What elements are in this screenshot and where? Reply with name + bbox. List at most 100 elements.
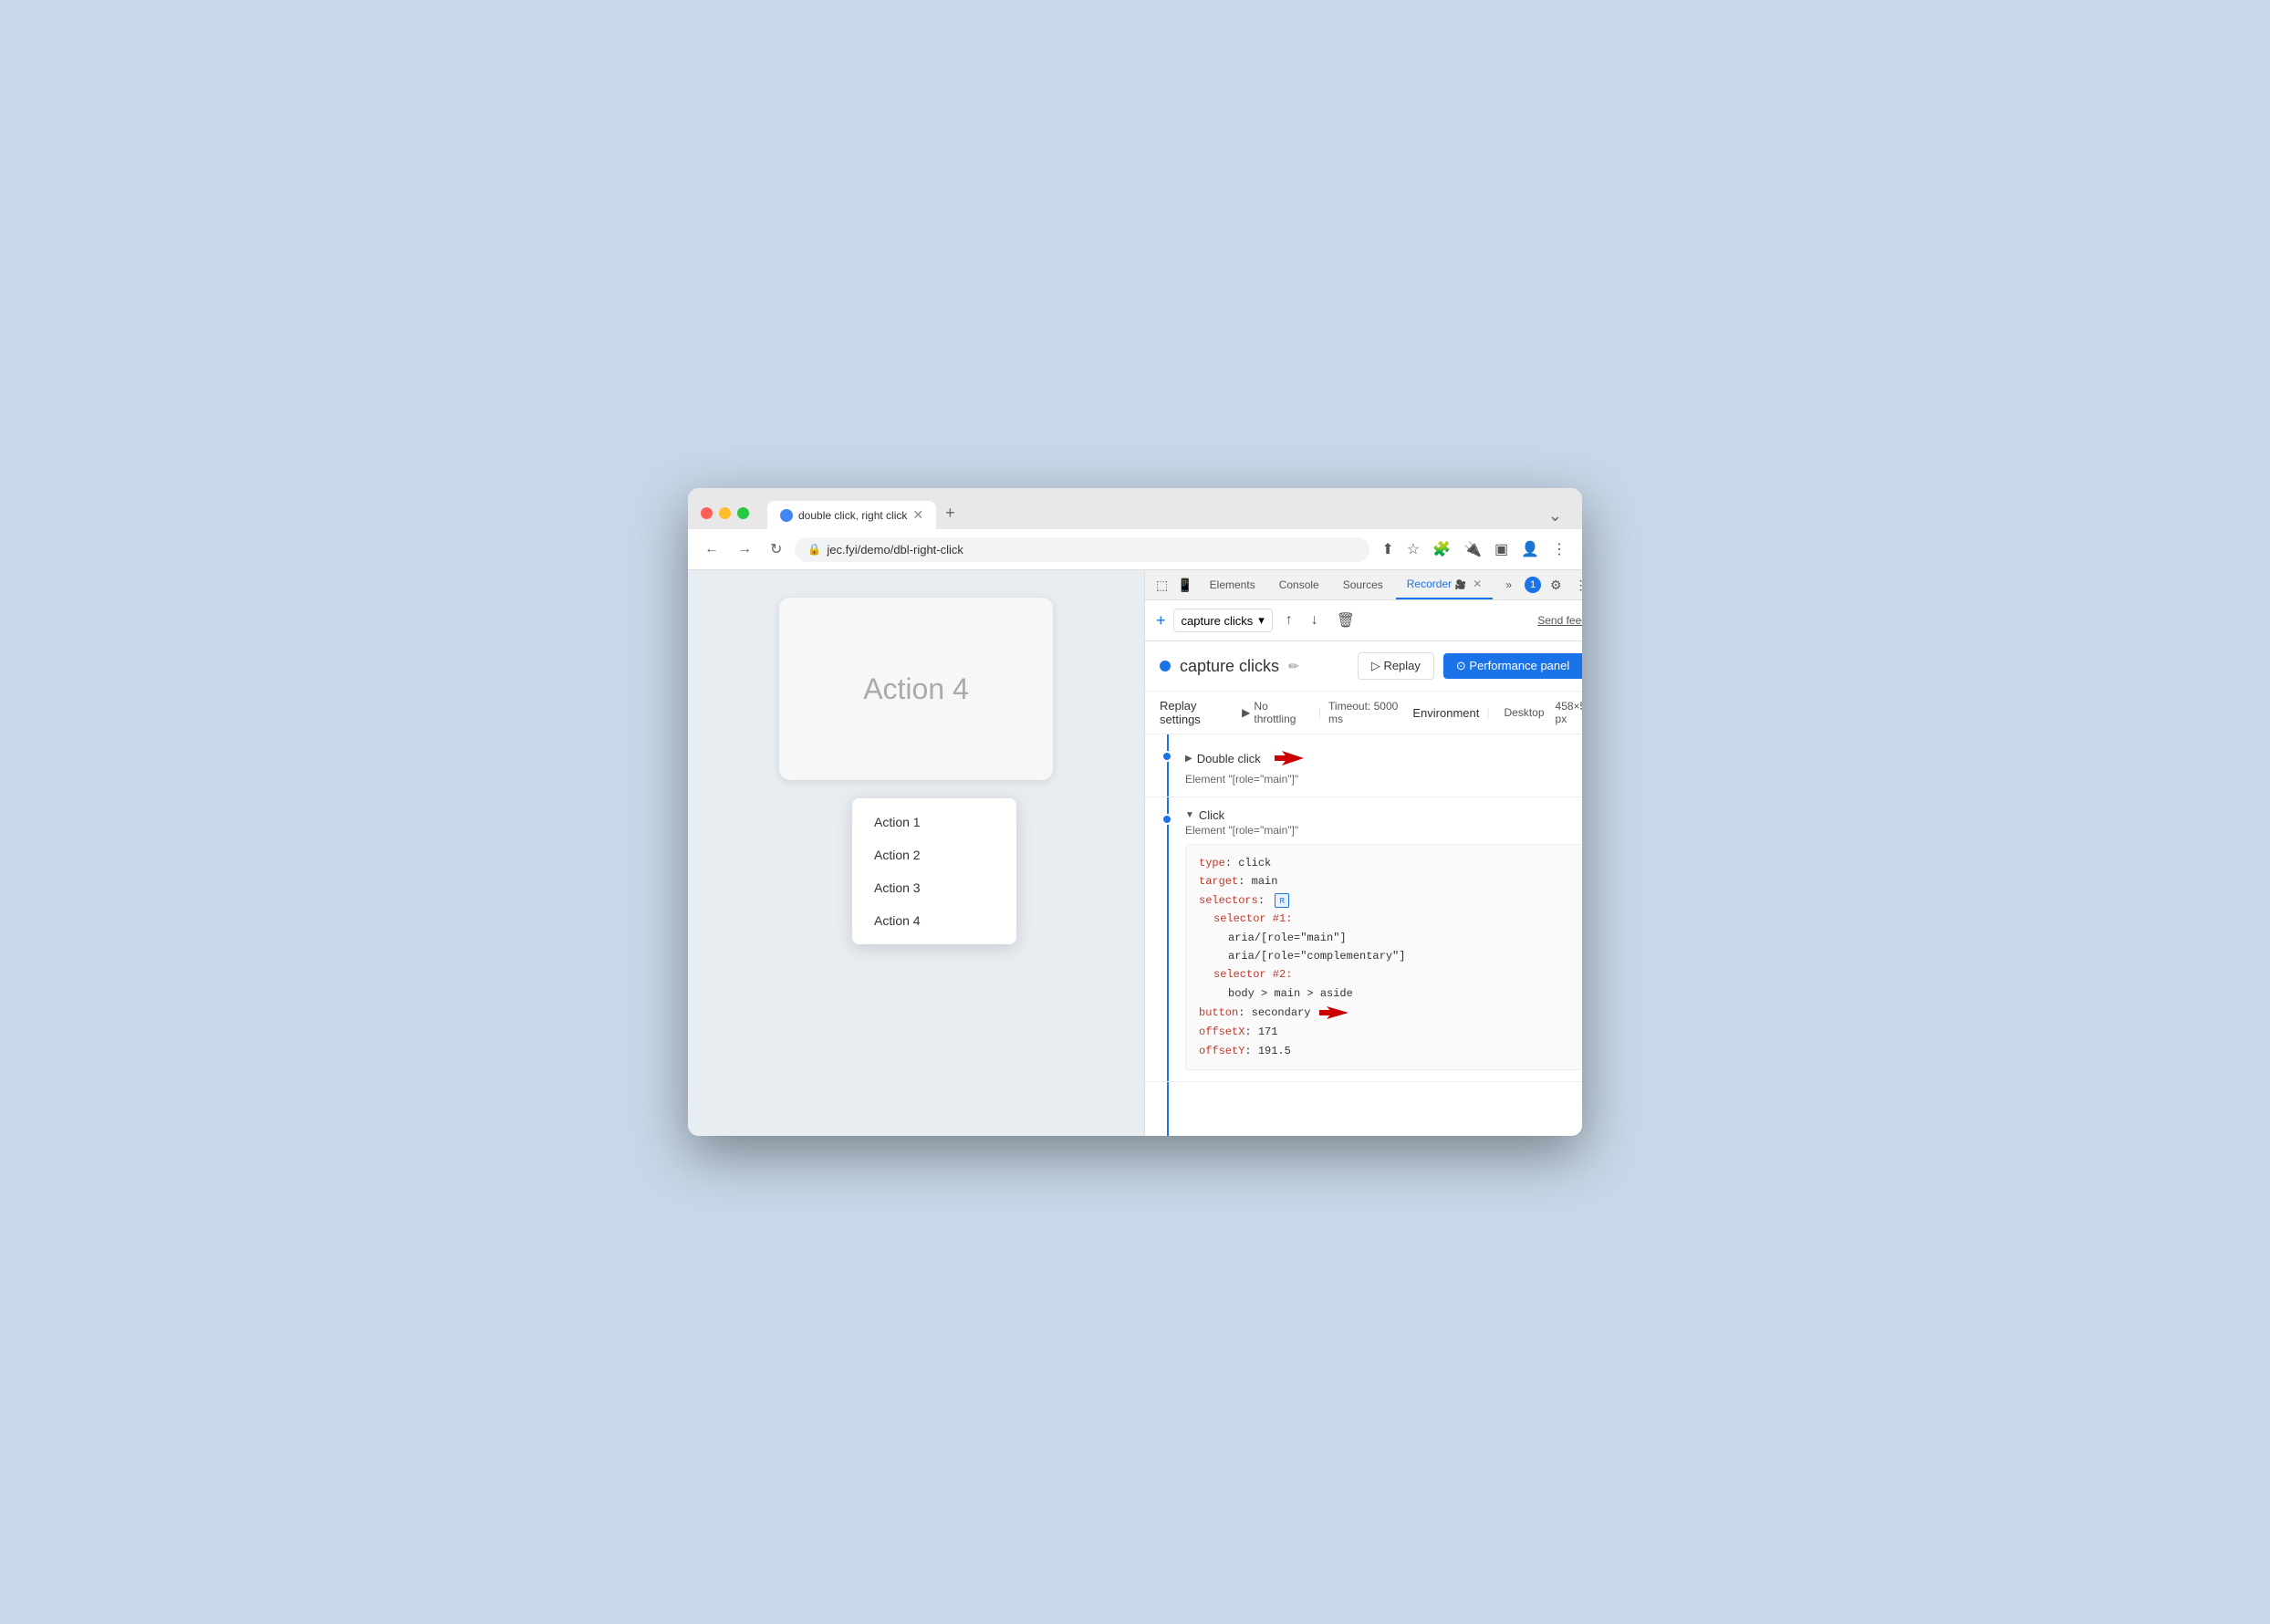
env-label: Environment (1412, 706, 1479, 720)
step2-title-text: Click (1199, 808, 1224, 822)
tab-recorder[interactable]: Recorder 🎥 ✕ (1396, 570, 1494, 599)
delete-button[interactable]: 🗑 (1331, 608, 1360, 633)
tab-elements[interactable]: Elements (1199, 571, 1266, 599)
red-arrow-2 (1319, 1003, 1356, 1023)
tab-sources[interactable]: Sources (1332, 571, 1394, 599)
environment-row: Environment | Desktop 458×566 px (1412, 700, 1582, 725)
extension2-icon[interactable]: 🔌 (1459, 536, 1486, 562)
minimize-button[interactable] (719, 507, 731, 519)
window-control[interactable]: ⌄ (1541, 503, 1569, 529)
step1-dot (1161, 751, 1172, 762)
tab-more[interactable]: » (1494, 571, 1523, 599)
title-bar: double click, right click ✕ + ⌄ (688, 488, 1582, 529)
context-menu: Action 1 Action 2 Action 3 Action 4 (852, 798, 1016, 944)
target-key: target (1199, 875, 1238, 888)
recording-title: capture clicks (1180, 657, 1279, 676)
edit-title-icon[interactable]: ✏ (1288, 659, 1299, 674)
context-menu-item-3[interactable]: Action 3 (852, 871, 1016, 904)
step1-expand-icon[interactable]: ▶ (1185, 754, 1192, 764)
step-click: ▼ Click Element "[role="main"]" ⋮ type: … (1145, 797, 1582, 1082)
selector-icon[interactable]: R (1275, 893, 1289, 908)
performance-panel-button[interactable]: ⊙ Performance panel (1443, 653, 1582, 679)
step1-header: ▶ Double click Element "[role="main"]" ⋮ (1185, 745, 1582, 786)
performance-panel-group: ⊙ Performance panel ▾ (1443, 653, 1582, 679)
timeout-value: Timeout: 5000 ms (1328, 700, 1412, 725)
devtools-tabs: ⬚ 📱 Elements Console Sources Recorder 🎥 … (1145, 570, 1582, 600)
reload-button[interactable]: ↻ (765, 536, 787, 562)
dropdown-arrow-icon: ▾ (1258, 613, 1265, 628)
main-content: Action 4 Action 1 Action 2 Action 3 Acti… (688, 570, 1582, 1136)
action4-text: Action 4 (863, 672, 969, 706)
step1-title: ▶ Double click (1185, 745, 1311, 771)
step2-subtitle: Element "[role="main"]" (1185, 824, 1298, 837)
tab-favicon (780, 509, 793, 522)
more-icon[interactable]: ⋮ (1571, 574, 1582, 597)
device-icon[interactable]: 📱 (1173, 574, 1196, 597)
profile-icon[interactable]: 👤 (1516, 536, 1544, 562)
resolution-value: 458×566 px (1556, 700, 1582, 725)
selectors-key: selectors (1199, 894, 1258, 907)
recorder-tab-icon: 🎥 (1454, 580, 1465, 590)
selector2-val: body > main > aside (1228, 987, 1353, 1000)
selector2-key: selector #2: (1213, 968, 1292, 981)
maximize-button[interactable] (737, 507, 749, 519)
context-menu-item-1[interactable]: Action 1 (852, 806, 1016, 838)
address-bar[interactable]: 🔒 jec.fyi/demo/dbl-right-click (795, 537, 1369, 562)
tab-title: double click, right click (798, 509, 907, 522)
new-tab-button[interactable]: + (936, 497, 964, 529)
back-button[interactable]: ← (699, 537, 724, 561)
traffic-lights (701, 507, 749, 519)
step1-title-group: ▶ Double click Element "[role="main"]" (1185, 745, 1311, 786)
selector1-val1: aria/[role="main"] (1228, 932, 1347, 944)
forward-button[interactable]: → (732, 537, 757, 561)
context-menu-item-2[interactable]: Action 2 (852, 838, 1016, 871)
step2-header: ▼ Click Element "[role="main"]" ⋮ (1185, 808, 1582, 837)
context-menu-item-4[interactable]: Action 4 (852, 904, 1016, 937)
replay-settings-label: Replay settings (1160, 699, 1238, 726)
replay-button[interactable]: ▷ Replay (1358, 652, 1434, 680)
settings-icon[interactable]: ⚙ (1546, 574, 1566, 597)
step1-title-text: Double click (1197, 752, 1261, 765)
type-key: type (1199, 857, 1225, 869)
export-button[interactable]: ↑ (1280, 609, 1298, 632)
message-badge[interactable]: 1 (1525, 577, 1541, 593)
recording-dot (1160, 661, 1171, 671)
replay-settings: Replay settings ▶ No throttling | Timeou… (1145, 692, 1582, 734)
add-recording-button[interactable]: + (1156, 611, 1166, 630)
replay-settings-values: No throttling | Timeout: 5000 ms (1254, 700, 1412, 725)
recording-select-label: capture clicks (1182, 614, 1254, 628)
selector1-key: selector #1: (1213, 912, 1292, 925)
sidebar-icon[interactable]: ▣ (1490, 536, 1513, 562)
close-button[interactable] (701, 507, 713, 519)
step2-expand-icon[interactable]: ▼ (1185, 810, 1194, 820)
tab-close-icon[interactable]: ✕ (912, 507, 923, 523)
browser-tab[interactable]: double click, right click ✕ (767, 501, 936, 529)
selector1-val2: aria/[role="complementary"] (1228, 950, 1405, 963)
extension-icon[interactable]: 🧩 (1428, 536, 1455, 562)
red-arrow-1 (1275, 745, 1311, 771)
recorder-tab-close[interactable]: ✕ (1473, 578, 1482, 590)
button-key: button (1199, 1004, 1238, 1022)
nav-actions: ⬆ ☆ 🧩 🔌 ▣ 👤 ⋮ (1377, 536, 1571, 562)
share-icon[interactable]: ⬆ (1377, 536, 1398, 562)
offsetX-key: offsetX (1199, 1025, 1244, 1038)
inspect-icon[interactable]: ⬚ (1152, 574, 1171, 597)
step-double-click: ▶ Double click Element "[role="main"]" ⋮ (1145, 734, 1582, 797)
tab-console[interactable]: Console (1268, 571, 1330, 599)
step2-dot (1161, 814, 1172, 825)
steps-area: ▶ Double click Element "[role="main"]" ⋮ (1145, 734, 1582, 1136)
step2-code: type: click target: main selectors: R se… (1185, 844, 1582, 1070)
action4-card: Action 4 (779, 598, 1053, 780)
import-button[interactable]: ↓ (1306, 609, 1324, 632)
webpage-area: Action 4 Action 1 Action 2 Action 3 Acti… (688, 570, 1144, 1136)
recording-select[interactable]: capture clicks ▾ (1173, 609, 1273, 632)
offsetY-key: offsetY (1199, 1045, 1244, 1057)
replay-settings-arrow[interactable]: ▶ (1242, 706, 1250, 719)
menu-icon[interactable]: ⋮ (1547, 536, 1571, 562)
step2-title: ▼ Click (1185, 808, 1298, 822)
browser-window: double click, right click ✕ + ⌄ ← → ↻ 🔒 … (688, 488, 1582, 1136)
bookmark-icon[interactable]: ☆ (1402, 536, 1424, 562)
send-feedback-link[interactable]: Send feedback (1537, 614, 1582, 627)
throttling-value: No throttling (1254, 700, 1311, 725)
recorder-toolbar: + capture clicks ▾ ↑ ↓ 🗑 Send feedback (1145, 600, 1582, 641)
